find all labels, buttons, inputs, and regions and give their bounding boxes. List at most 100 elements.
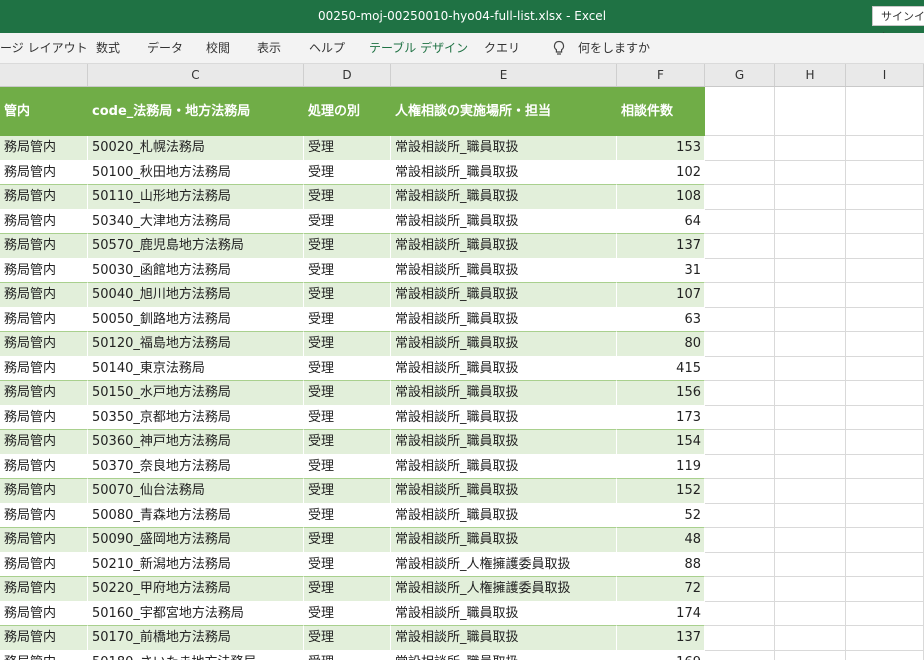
worksheet-grid[interactable]: 管内 code_法務局・地方法務局 処理の別 人権相談の実施場所・担当 相談件数… xyxy=(0,87,924,660)
empty-cell[interactable] xyxy=(775,258,846,283)
empty-cell[interactable] xyxy=(705,234,775,259)
cell-code[interactable]: 50340_大津地方法務局 xyxy=(88,209,304,234)
empty-cell[interactable] xyxy=(775,307,846,332)
empty-cell[interactable] xyxy=(846,160,924,185)
empty-cell[interactable] xyxy=(846,454,924,479)
cell-shori[interactable]: 受理 xyxy=(304,356,391,381)
empty-cell[interactable] xyxy=(705,479,775,504)
empty-cell[interactable] xyxy=(705,626,775,651)
empty-cell[interactable] xyxy=(846,87,924,136)
empty-cell[interactable] xyxy=(775,650,846,660)
cell-kensu[interactable]: 156 xyxy=(617,381,705,406)
ribbon-tab[interactable]: テーブル デザイン xyxy=(369,33,468,63)
cell-basho[interactable]: 常設相談所_職員取扱 xyxy=(391,503,617,528)
cell-basho[interactable]: 常設相談所_職員取扱 xyxy=(391,136,617,161)
cell-basho[interactable]: 常設相談所_職員取扱 xyxy=(391,601,617,626)
cell-kannai[interactable]: 務局管内 xyxy=(0,136,88,161)
cell-basho[interactable]: 常設相談所_職員取扱 xyxy=(391,307,617,332)
cell-shori[interactable]: 受理 xyxy=(304,528,391,553)
cell-basho[interactable]: 常設相談所_職員取扱 xyxy=(391,185,617,210)
cell-kannai[interactable]: 務局管内 xyxy=(0,234,88,259)
cell-kensu[interactable]: 173 xyxy=(617,405,705,430)
cell-code[interactable]: 50030_函館地方法務局 xyxy=(88,258,304,283)
cell-shori[interactable]: 受理 xyxy=(304,258,391,283)
cell-basho[interactable]: 常設相談所_職員取扱 xyxy=(391,283,617,308)
column-header-e[interactable]: E xyxy=(391,64,617,86)
empty-cell[interactable] xyxy=(705,577,775,602)
empty-cell[interactable] xyxy=(705,503,775,528)
cell-code[interactable]: 50070_仙台法務局 xyxy=(88,479,304,504)
cell-code[interactable]: 50110_山形地方法務局 xyxy=(88,185,304,210)
cell-kannai[interactable]: 務局管内 xyxy=(0,577,88,602)
cell-basho[interactable]: 常設相談所_職員取扱 xyxy=(391,332,617,357)
header-code[interactable]: code_法務局・地方法務局 xyxy=(88,87,304,136)
cell-shori[interactable]: 受理 xyxy=(304,185,391,210)
empty-cell[interactable] xyxy=(846,209,924,234)
empty-cell[interactable] xyxy=(846,283,924,308)
empty-cell[interactable] xyxy=(705,209,775,234)
cell-code[interactable]: 50370_奈良地方法務局 xyxy=(88,454,304,479)
cell-kensu[interactable]: 153 xyxy=(617,136,705,161)
cell-basho[interactable]: 常設相談所_職員取扱 xyxy=(391,650,617,660)
cell-shori[interactable]: 受理 xyxy=(304,601,391,626)
cell-shori[interactable]: 受理 xyxy=(304,381,391,406)
cell-kannai[interactable]: 務局管内 xyxy=(0,283,88,308)
cell-shori[interactable]: 受理 xyxy=(304,577,391,602)
cell-basho[interactable]: 常設相談所_職員取扱 xyxy=(391,356,617,381)
column-header-f[interactable]: F xyxy=(617,64,705,86)
header-kannai[interactable]: 管内 xyxy=(0,87,88,136)
cell-kensu[interactable]: 169 xyxy=(617,650,705,660)
empty-cell[interactable] xyxy=(705,650,775,660)
cell-kensu[interactable]: 72 xyxy=(617,577,705,602)
empty-cell[interactable] xyxy=(846,650,924,660)
cell-kannai[interactable]: 務局管内 xyxy=(0,430,88,455)
empty-cell[interactable] xyxy=(846,185,924,210)
cell-basho[interactable]: 常設相談所_職員取扱 xyxy=(391,479,617,504)
empty-cell[interactable] xyxy=(846,356,924,381)
cell-kensu[interactable]: 63 xyxy=(617,307,705,332)
cell-kannai[interactable]: 務局管内 xyxy=(0,626,88,651)
empty-cell[interactable] xyxy=(705,552,775,577)
empty-cell[interactable] xyxy=(846,528,924,553)
empty-cell[interactable] xyxy=(846,601,924,626)
cell-code[interactable]: 50140_東京法務局 xyxy=(88,356,304,381)
cell-kensu[interactable]: 137 xyxy=(617,234,705,259)
cell-shori[interactable]: 受理 xyxy=(304,307,391,332)
cell-basho[interactable]: 常設相談所_職員取扱 xyxy=(391,160,617,185)
cell-kannai[interactable]: 務局管内 xyxy=(0,356,88,381)
cell-kannai[interactable]: 務局管内 xyxy=(0,160,88,185)
cell-kensu[interactable]: 64 xyxy=(617,209,705,234)
cell-code[interactable]: 50040_旭川地方法務局 xyxy=(88,283,304,308)
empty-cell[interactable] xyxy=(705,601,775,626)
cell-code[interactable]: 50350_京都地方法務局 xyxy=(88,405,304,430)
empty-cell[interactable] xyxy=(775,503,846,528)
cell-kensu[interactable]: 88 xyxy=(617,552,705,577)
cell-basho[interactable]: 常設相談所_職員取扱 xyxy=(391,626,617,651)
empty-cell[interactable] xyxy=(775,577,846,602)
empty-cell[interactable] xyxy=(775,552,846,577)
empty-cell[interactable] xyxy=(846,307,924,332)
header-kensu[interactable]: 相談件数 xyxy=(617,87,705,136)
cell-shori[interactable]: 受理 xyxy=(304,479,391,504)
empty-cell[interactable] xyxy=(705,160,775,185)
cell-shori[interactable]: 受理 xyxy=(304,405,391,430)
cell-basho[interactable]: 常設相談所_職員取扱 xyxy=(391,528,617,553)
cell-kensu[interactable]: 107 xyxy=(617,283,705,308)
header-basho[interactable]: 人権相談の実施場所・担当 xyxy=(391,87,617,136)
cell-basho[interactable]: 常設相談所_職員取扱 xyxy=(391,209,617,234)
column-header-i[interactable]: I xyxy=(846,64,924,86)
ribbon-tab[interactable]: 表示 xyxy=(257,33,281,63)
cell-basho[interactable]: 常設相談所_職員取扱 xyxy=(391,234,617,259)
empty-cell[interactable] xyxy=(846,503,924,528)
cell-kensu[interactable]: 52 xyxy=(617,503,705,528)
empty-cell[interactable] xyxy=(775,430,846,455)
empty-cell[interactable] xyxy=(705,258,775,283)
cell-kannai[interactable]: 務局管内 xyxy=(0,552,88,577)
empty-cell[interactable] xyxy=(775,332,846,357)
empty-cell[interactable] xyxy=(705,136,775,161)
column-header-d[interactable]: D xyxy=(304,64,391,86)
empty-cell[interactable] xyxy=(775,479,846,504)
cell-kannai[interactable]: 務局管内 xyxy=(0,332,88,357)
empty-cell[interactable] xyxy=(846,332,924,357)
empty-cell[interactable] xyxy=(775,87,846,136)
